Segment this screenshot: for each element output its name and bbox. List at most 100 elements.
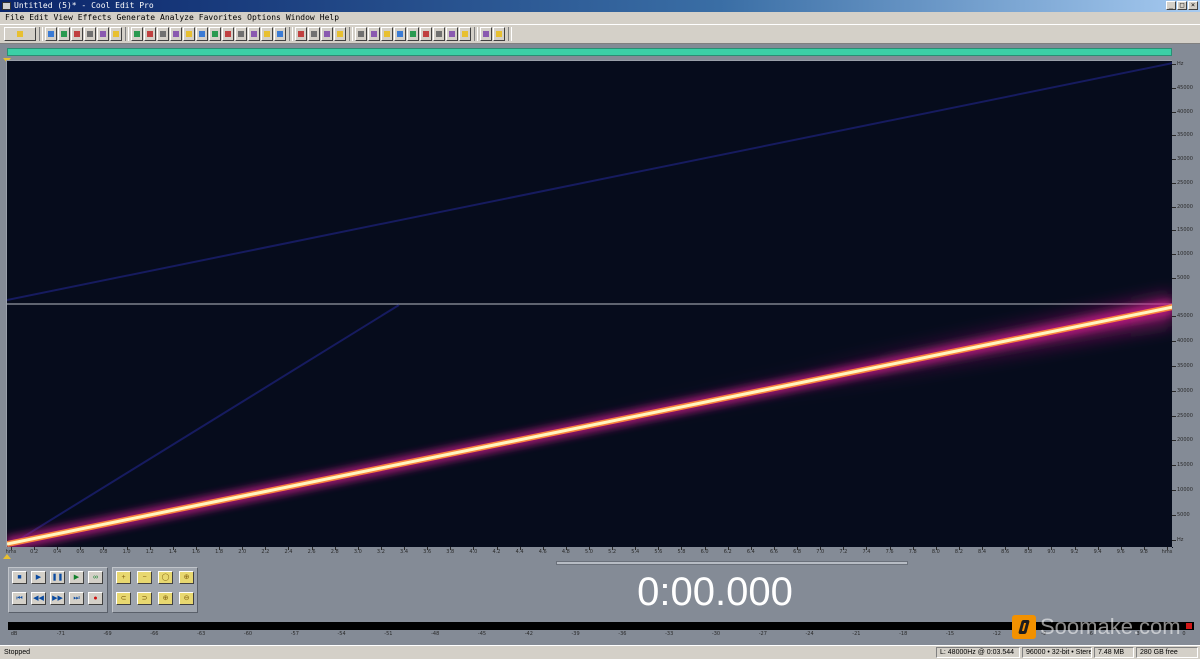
- time-label: 8.8: [1024, 549, 1033, 555]
- menu-effects[interactable]: Effects: [78, 12, 117, 24]
- time-ruler[interactable]: hms 0.2 0.4 0.6 0.8 1.0 1.2 1.4 1.6 1.8 2.0 2.2 2.4 2…: [6, 547, 1172, 557]
- frequency-ruler[interactable]: Hz 45000 40000 35000 30000 25000 20000 15000 100…: [1172, 60, 1198, 547]
- level-label: -69: [103, 631, 112, 637]
- analyze-button[interactable]: [420, 27, 432, 41]
- record-icon: ●: [93, 595, 98, 602]
- time-label: 5.4: [631, 549, 640, 555]
- app-icon[interactable]: [2, 2, 11, 10]
- save-as-button[interactable]: [84, 27, 96, 41]
- zoom-right-button[interactable]: ⊃: [137, 592, 152, 605]
- level-label: -51: [384, 631, 393, 637]
- zoom-left-button[interactable]: ⊂: [116, 592, 131, 605]
- time-label: 3.0: [353, 549, 362, 555]
- freq-tick: [1172, 515, 1176, 517]
- menu-favorites[interactable]: Favorites: [199, 12, 247, 24]
- save-button[interactable]: [71, 27, 83, 41]
- maximize-button[interactable]: □: [1177, 1, 1187, 10]
- spectral-view-button[interactable]: [355, 27, 367, 41]
- watermark: Soomake.com: [1012, 612, 1194, 642]
- new-file-button[interactable]: [45, 27, 57, 41]
- pause-button[interactable]: ❚❚: [50, 571, 65, 584]
- menu-generate[interactable]: Generate: [117, 12, 161, 24]
- freq-label: Hz: [1177, 537, 1184, 543]
- trim-button[interactable]: [235, 27, 247, 41]
- zoom-vertical-in-button[interactable]: ⊕: [158, 592, 173, 605]
- loop-mode-button[interactable]: [321, 27, 333, 41]
- marker-button[interactable]: [446, 27, 458, 41]
- open-file-button[interactable]: [58, 27, 70, 41]
- time-label: 0.2: [30, 549, 39, 555]
- stop-button[interactable]: ■: [12, 571, 27, 584]
- info-button[interactable]: [381, 27, 393, 41]
- waveform-overview-bar[interactable]: [7, 48, 1172, 56]
- repeat-button[interactable]: [157, 27, 169, 41]
- silence-button[interactable]: [274, 27, 286, 41]
- status-bar: Stopped L: 48000Hz @ 0:03.544 96000 • 32…: [0, 645, 1200, 659]
- freq-label: 30000: [1177, 387, 1193, 394]
- go-to-start-button[interactable]: ⏮: [12, 592, 27, 605]
- copy-button[interactable]: [170, 27, 182, 41]
- time-label: 2.4: [284, 549, 293, 555]
- crop-button[interactable]: [261, 27, 273, 41]
- time-label: 8.6: [1001, 549, 1010, 555]
- about-button[interactable]: [493, 27, 505, 41]
- play-to-end-button[interactable]: ▶: [69, 571, 84, 584]
- zoom-vertical-out-button[interactable]: ⊖: [179, 592, 194, 605]
- close-file-button[interactable]: [97, 27, 109, 41]
- delete-button[interactable]: [248, 27, 260, 41]
- record-button[interactable]: ●: [88, 592, 103, 605]
- scripts-button[interactable]: [407, 27, 419, 41]
- time-label: 0.8: [99, 549, 108, 555]
- loop-button[interactable]: ∞: [88, 571, 103, 584]
- undo-button[interactable]: [131, 27, 143, 41]
- menu-edit[interactable]: Edit: [29, 12, 53, 24]
- zoom-out-button[interactable]: −: [137, 571, 152, 584]
- time-label: 9.0: [1047, 549, 1056, 555]
- fast-forward-icon: ▶▶: [52, 595, 63, 602]
- snap-icon: [311, 31, 317, 37]
- frequency-button[interactable]: [433, 27, 445, 41]
- cue-list-icon: [298, 31, 304, 37]
- freq-label: 10000: [1177, 251, 1193, 258]
- cut-button[interactable]: [183, 27, 195, 41]
- menu-file[interactable]: File: [5, 12, 29, 24]
- redo-button[interactable]: [144, 27, 156, 41]
- cursor-bottom-marker-icon[interactable]: [3, 554, 11, 559]
- menu-view[interactable]: View: [54, 12, 78, 24]
- menu-analyze[interactable]: Analyze: [160, 12, 199, 24]
- paste-button[interactable]: [196, 27, 208, 41]
- minimize-button[interactable]: _: [1166, 1, 1176, 10]
- multitrack-toggle-button[interactable]: [4, 27, 36, 41]
- mix-mode-button[interactable]: [334, 27, 346, 41]
- mix-paste-button[interactable]: [222, 27, 234, 41]
- menu-help[interactable]: Help: [320, 12, 344, 24]
- waveform-view-button[interactable]: [368, 27, 380, 41]
- freq-label: 25000: [1177, 179, 1193, 186]
- horizontal-scrollbar[interactable]: [556, 561, 908, 565]
- menu-window[interactable]: Window: [286, 12, 320, 24]
- time-label: 4.6: [538, 549, 547, 555]
- play-button[interactable]: ▶: [31, 571, 46, 584]
- cue-list-button[interactable]: [295, 27, 307, 41]
- time-display: 0:00.000: [203, 567, 1197, 617]
- menu-options[interactable]: Options: [247, 12, 286, 24]
- help-index-button[interactable]: [480, 27, 492, 41]
- paste-new-button[interactable]: [209, 27, 221, 41]
- zoom-full-button[interactable]: ◯: [158, 571, 173, 584]
- settings-button[interactable]: [394, 27, 406, 41]
- play-icon: ▶: [35, 574, 42, 581]
- freq-label: 5000: [1177, 275, 1190, 281]
- status-format: 96000 • 32-bit • Stereo: [1022, 647, 1092, 658]
- properties-button[interactable]: [110, 27, 122, 41]
- zoom-selection-button[interactable]: ⊕: [179, 571, 194, 584]
- level-label: -21: [852, 631, 861, 637]
- go-to-end-button[interactable]: ⏭: [69, 592, 84, 605]
- snap-button[interactable]: [308, 27, 320, 41]
- cd-button[interactable]: [459, 27, 471, 41]
- zoom-in-button[interactable]: +: [116, 571, 131, 584]
- fast-forward-button[interactable]: ▶▶: [50, 592, 65, 605]
- spectral-view[interactable]: [6, 60, 1173, 548]
- rewind-button[interactable]: ◀◀: [31, 592, 46, 605]
- help-index-icon: [483, 31, 489, 37]
- close-button[interactable]: ×: [1188, 1, 1198, 10]
